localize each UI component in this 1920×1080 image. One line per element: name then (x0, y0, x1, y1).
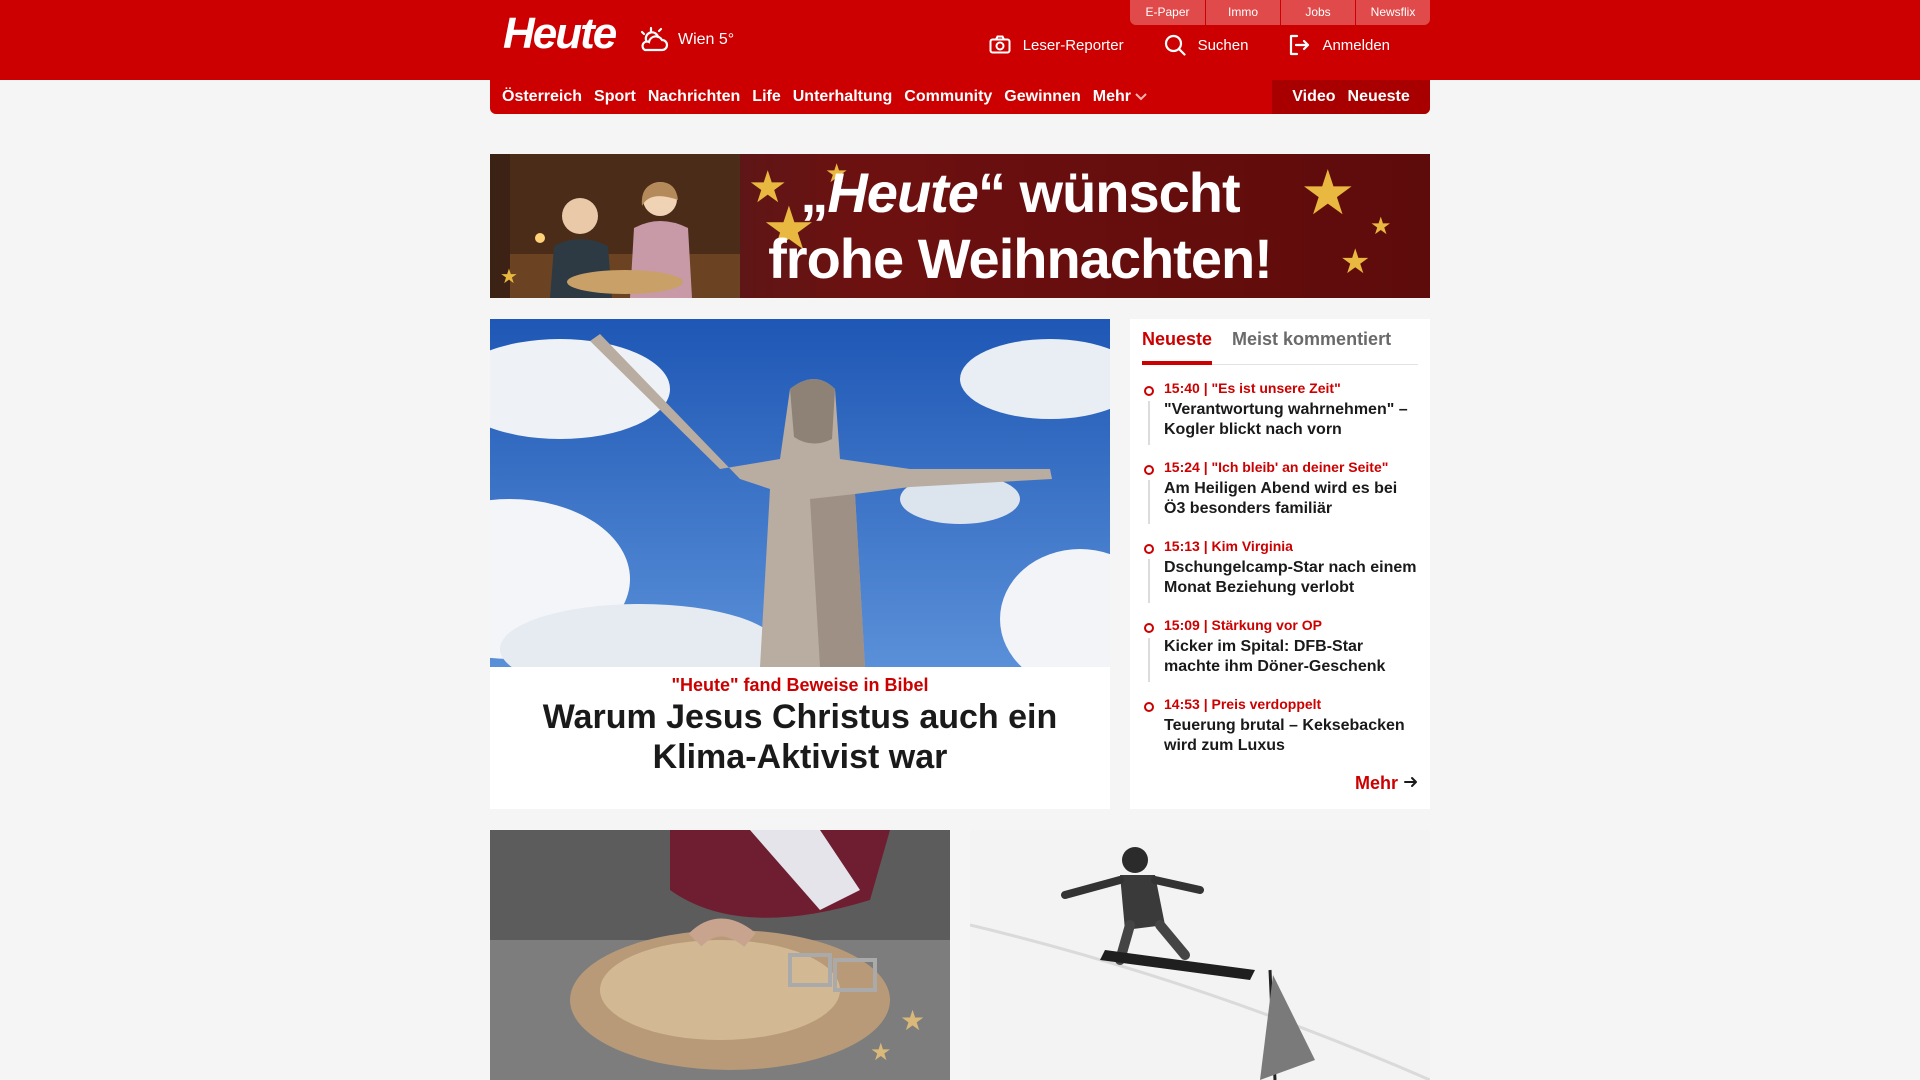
list-item[interactable]: 15:09 | Stärkung vor OP Kicker im Spital… (1142, 616, 1418, 695)
nav-item-community[interactable]: Community (904, 88, 992, 106)
star-decoration: ★ (1370, 213, 1392, 240)
search-label: Suchen (1197, 36, 1249, 54)
search-icon (1164, 34, 1186, 56)
news-feed: 15:40 | "Es ist unsere Zeit" "Verantwort… (1142, 379, 1418, 774)
snowboarder-image (970, 830, 1430, 1080)
header-actions: Leser-Reporter Suchen Anmelden (989, 34, 1390, 56)
login-button[interactable]: Anmelden (1288, 34, 1390, 56)
timeline-dot-icon (1144, 623, 1154, 633)
item-headline[interactable]: Teuerung brutal – Keksebacken wird zum L… (1164, 716, 1418, 756)
svg-text:★: ★ (870, 1038, 892, 1066)
timeline-dot-icon (1144, 702, 1154, 712)
list-item[interactable]: 14:53 | Preis verdoppelt Teuerung brutal… (1142, 695, 1418, 774)
camera-icon (989, 35, 1011, 55)
teaser-card-snowboard[interactable] (970, 830, 1430, 1080)
tab-neueste[interactable]: Neueste (1142, 329, 1213, 365)
nav-item-sport[interactable]: Sport (594, 88, 636, 106)
banner-line-1: „Heute“ wünscht (800, 161, 1240, 224)
top-link-jobs[interactable]: Jobs (1280, 0, 1355, 25)
cookie-baking-image: ★ ★ (490, 830, 950, 1080)
header-inner: Heute Wien 5° E-Paper Immo Jobs Newsflix (490, 0, 1430, 80)
lead-story-card[interactable]: "Heute" fand Beweise in Bibel Warum Jesu… (490, 319, 1110, 809)
lead-story-title[interactable]: Warum Jesus Christus auch ein Klima-Akti… (500, 697, 1100, 777)
timeline-dot-icon (1144, 386, 1154, 396)
nav-item-video[interactable]: Video (1292, 88, 1335, 106)
timeline-line (1148, 480, 1150, 524)
lead-story-image (490, 319, 1110, 667)
lead-story-kicker: "Heute" fand Beweise in Bibel (671, 675, 929, 695)
tab-meist-kommentiert[interactable]: Meist kommentiert (1232, 329, 1391, 365)
timeline-dot-icon (1144, 465, 1154, 475)
item-headline[interactable]: "Verantwortung wahrnehmen" – Kogler blic… (1164, 400, 1418, 440)
search-button[interactable]: Suchen (1164, 34, 1249, 56)
teaser-card-cookies[interactable]: ★ ★ (490, 830, 950, 1080)
item-meta: 14:53 | Preis verdoppelt (1164, 696, 1322, 712)
list-item[interactable]: 15:13 | Kim Virginia Dschungelcamp-Star … (1142, 537, 1418, 616)
star-decoration: ★ (1300, 159, 1356, 228)
nav-item-oesterreich[interactable]: Österreich (502, 88, 582, 106)
nav-more-dropdown[interactable]: Mehr (1093, 88, 1147, 106)
item-headline[interactable]: Kicker im Spital: DFB-Star machte ihm Dö… (1164, 637, 1418, 677)
nav-item-neueste[interactable]: Neueste (1348, 88, 1410, 106)
banner-headline: „Heute“ wünscht frohe Weihnachten! (760, 160, 1280, 292)
item-headline[interactable]: Dschungelcamp-Star nach einem Monat Bezi… (1164, 558, 1418, 598)
list-item[interactable]: 15:24 | "Ich bleib' an deiner Seite" Am … (1142, 458, 1418, 537)
item-meta: 15:13 | Kim Virginia (1164, 538, 1293, 554)
leser-reporter-label: Leser-Reporter (1022, 36, 1124, 54)
item-meta: 15:09 | Stärkung vor OP (1164, 617, 1322, 633)
children-nativity-image (510, 154, 740, 298)
sidebar-more-link[interactable]: Mehr (1355, 773, 1418, 794)
timeline-line (1148, 559, 1150, 603)
sidebar-tabs: Neueste Meist kommentiert (1142, 329, 1418, 365)
nav-sections: Österreich Sport Nachrichten Life Unterh… (502, 80, 1147, 114)
main-navigation: Österreich Sport Nachrichten Life Unterh… (490, 80, 1430, 114)
leser-reporter-button[interactable]: Leser-Reporter (989, 34, 1124, 56)
chevron-down-icon (1135, 88, 1147, 106)
login-icon (1288, 34, 1310, 56)
timeline-line (1148, 401, 1150, 445)
nav-more-label: Mehr (1092, 88, 1131, 105)
nav-item-nachrichten[interactable]: Nachrichten (648, 88, 740, 106)
news-ticker-sidebar: Neueste Meist kommentiert 15:40 | "Es is… (1130, 319, 1430, 809)
item-headline[interactable]: Am Heiligen Abend wird es bei Ö3 besonde… (1164, 479, 1418, 519)
banner-line-2: frohe Weihnachten! (768, 227, 1273, 290)
nav-right-links: Video Neueste (1272, 80, 1430, 114)
arrow-right-icon (1404, 773, 1418, 794)
heute-logo[interactable]: Heute (503, 12, 617, 56)
timeline-line (1148, 638, 1150, 682)
star-decoration: ★ (500, 266, 518, 288)
item-meta: 15:40 | "Es ist unsere Zeit" (1164, 380, 1341, 396)
cloud-sun-icon (638, 26, 670, 54)
weather-widget[interactable]: Wien 5° (638, 26, 734, 54)
star-decoration: ★ (1340, 243, 1371, 281)
nav-item-gewinnen[interactable]: Gewinnen (1004, 88, 1080, 106)
top-links: E-Paper Immo Jobs Newsflix (1130, 0, 1430, 25)
top-link-newsflix[interactable]: Newsflix (1355, 0, 1430, 25)
top-link-epaper[interactable]: E-Paper (1130, 0, 1205, 25)
nav-item-life[interactable]: Life (752, 88, 780, 106)
christmas-banner[interactable]: ★ ★ ★ ★ ★ ★ ★ „Heute“ wünscht frohe Weih… (490, 154, 1430, 298)
timeline-dot-icon (1144, 544, 1154, 554)
svg-text:★: ★ (900, 1004, 925, 1037)
site-header: Heute Wien 5° E-Paper Immo Jobs Newsflix (0, 0, 1920, 80)
list-item[interactable]: 15:40 | "Es ist unsere Zeit" "Verantwort… (1142, 379, 1418, 458)
top-link-immo[interactable]: Immo (1205, 0, 1280, 25)
sidebar-more-label: Mehr (1354, 773, 1398, 793)
nav-item-unterhaltung[interactable]: Unterhaltung (793, 88, 893, 106)
weather-label: Wien 5° (678, 31, 735, 48)
login-label: Anmelden (1322, 36, 1390, 54)
item-meta: 15:24 | "Ich bleib' an deiner Seite" (1164, 459, 1389, 475)
